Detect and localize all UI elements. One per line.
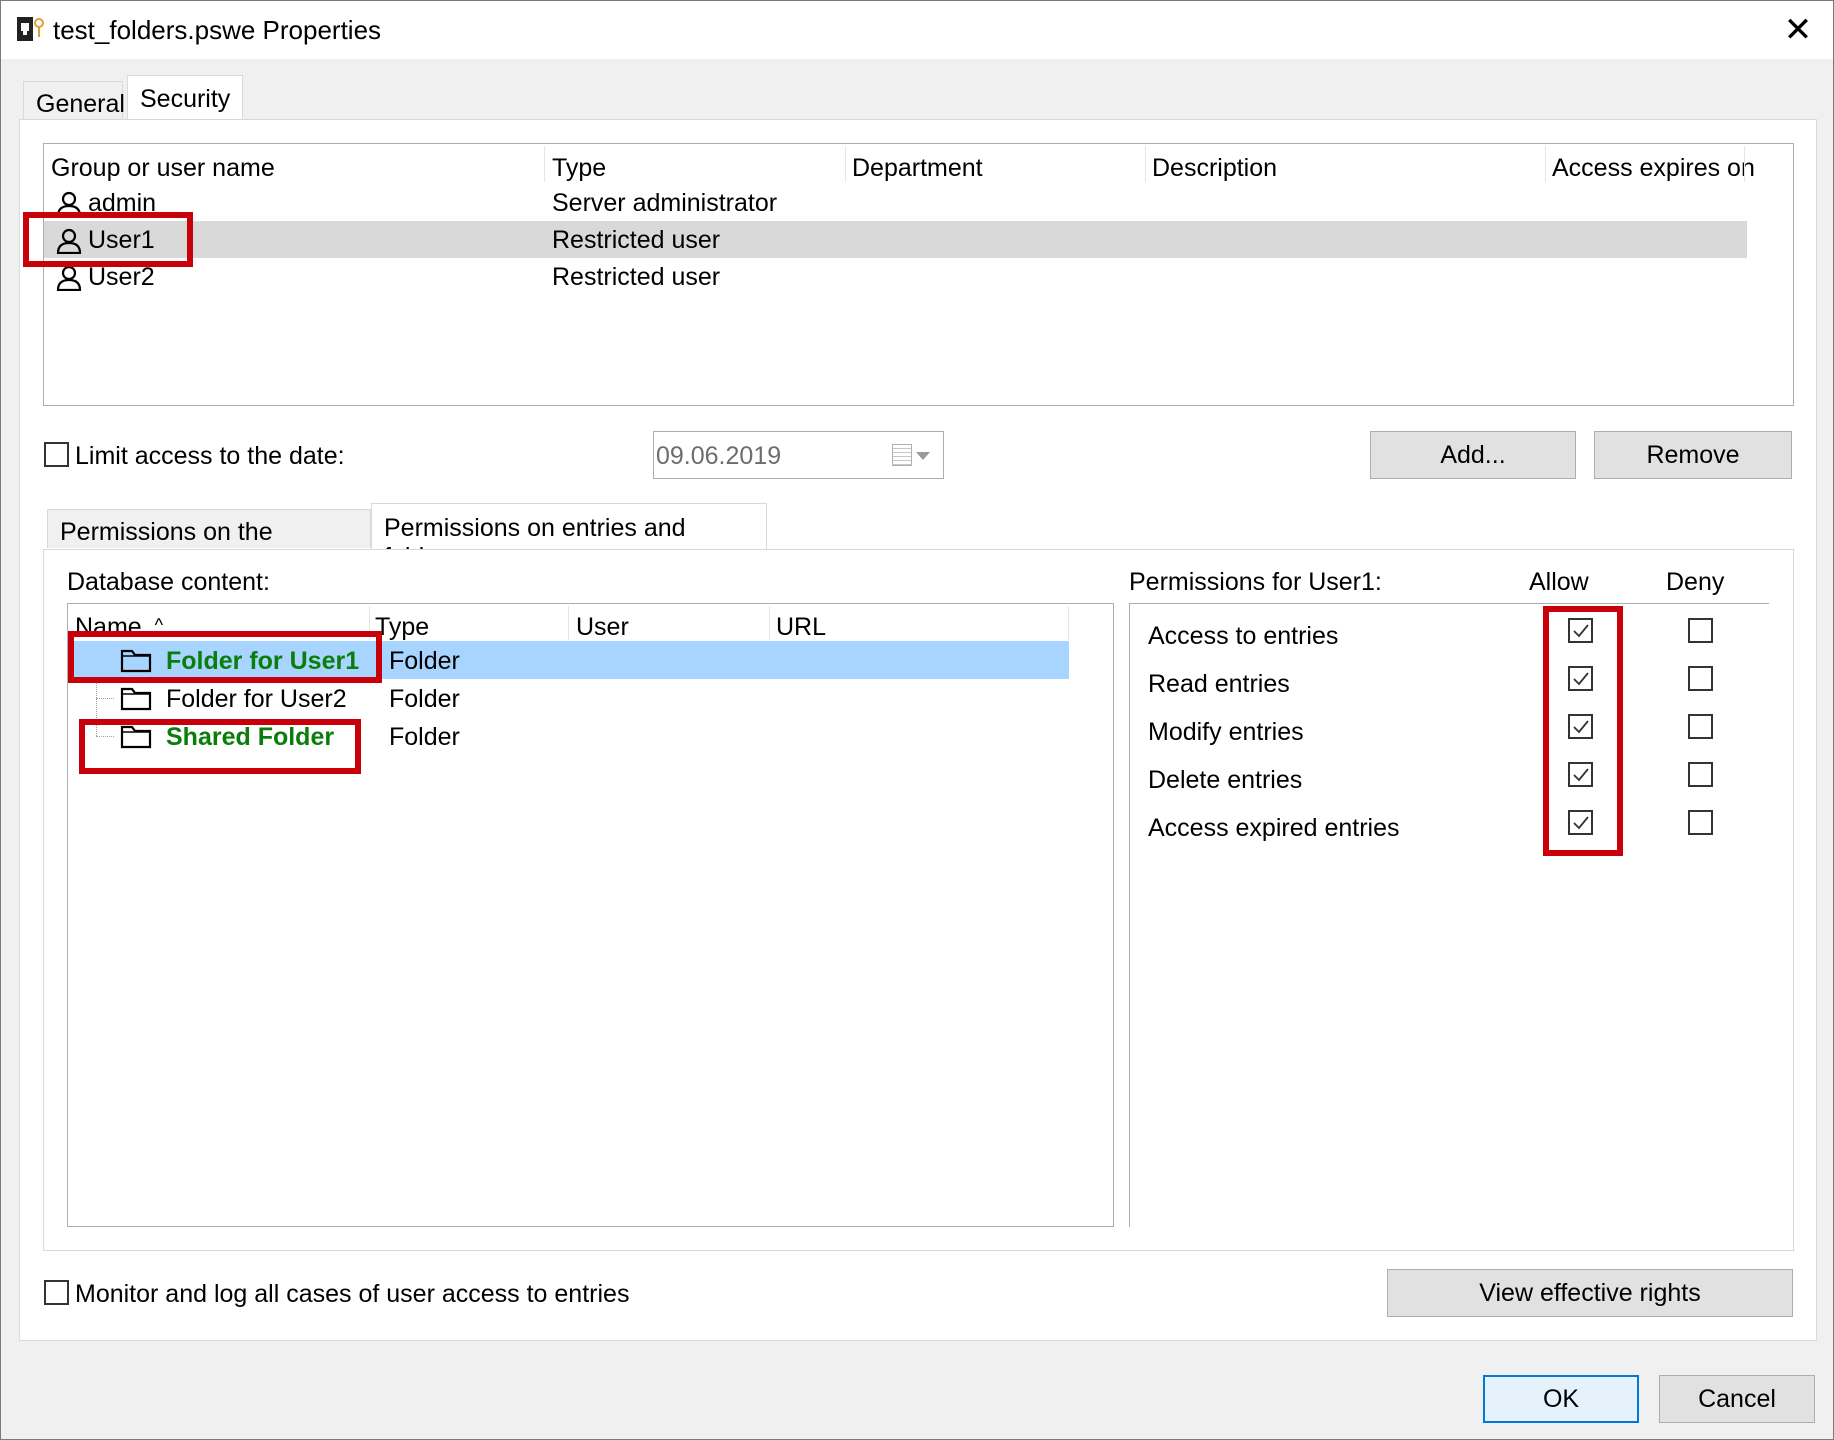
permission-row: Read entries	[1130, 662, 1769, 710]
column-header-type[interactable]: Type	[375, 613, 429, 642]
deny-read-entries-checkbox[interactable]	[1688, 666, 1713, 691]
permission-label: Delete entries	[1148, 766, 1303, 794]
user-type: Restricted user	[552, 263, 721, 291]
tab-permissions-database[interactable]: Permissions on the database	[47, 509, 371, 575]
remove-button[interactable]: Remove	[1594, 431, 1792, 479]
tree-row-type: Folder	[389, 685, 460, 713]
permission-row: Delete entries	[1130, 758, 1769, 806]
title-bar: test_folders.pswe Properties ✕	[1, 1, 1833, 59]
tree-header: Name ^ Type User URL	[68, 604, 1113, 642]
permission-label: Modify entries	[1148, 718, 1304, 746]
remove-button-label: Remove	[1646, 440, 1740, 469]
allow-access-expired-checkbox[interactable]	[1568, 810, 1593, 835]
lock-key-icon	[17, 17, 44, 41]
permission-label: Access to entries	[1148, 622, 1339, 650]
calendar-icon	[892, 444, 912, 466]
checkmark-icon	[1573, 768, 1589, 782]
database-content-label: Database content:	[67, 568, 270, 596]
view-effective-rights-label: View effective rights	[1479, 1278, 1701, 1307]
add-button[interactable]: Add...	[1370, 431, 1576, 479]
allow-delete-entries-checkbox[interactable]	[1568, 762, 1593, 787]
permission-row: Access expired entries	[1130, 806, 1769, 854]
cancel-button[interactable]: Cancel	[1659, 1375, 1815, 1423]
checkmark-icon	[1573, 672, 1589, 686]
deny-access-expired-checkbox[interactable]	[1688, 810, 1713, 835]
tree-row-name: Folder for User2	[166, 685, 347, 713]
tree-row-name: Folder for User1	[166, 647, 360, 675]
tab-security[interactable]: Security	[127, 75, 243, 123]
deny-delete-entries-checkbox[interactable]	[1688, 762, 1713, 787]
properties-dialog: test_folders.pswe Properties ✕ General S…	[0, 0, 1834, 1440]
permission-label: Read entries	[1148, 670, 1290, 698]
user-type: Restricted user	[552, 226, 721, 254]
tab-general-label: General	[36, 90, 125, 118]
folder-icon	[120, 649, 152, 673]
tree-row-folder-user2[interactable]: Folder for User2 Folder	[68, 679, 1069, 717]
ok-button[interactable]: OK	[1483, 1375, 1639, 1423]
view-effective-rights-button[interactable]: View effective rights	[1387, 1269, 1793, 1317]
deny-column-label: Deny	[1666, 568, 1725, 596]
tab-permissions-entries[interactable]: Permissions on entries and folders	[371, 503, 767, 571]
monitor-label: Monitor and log all cases of user access…	[75, 1280, 630, 1308]
allow-access-entries-checkbox[interactable]	[1568, 618, 1593, 643]
users-list[interactable]: Group or user name Type Department Descr…	[43, 143, 1794, 406]
limit-access-label: Limit access to the date:	[75, 442, 345, 470]
sort-ascending-icon: ^	[154, 615, 164, 635]
deny-modify-entries-checkbox[interactable]	[1688, 714, 1713, 739]
user-icon	[56, 265, 82, 291]
user-icon	[56, 228, 82, 254]
permission-row: Modify entries	[1130, 710, 1769, 758]
allow-column-label: Allow	[1529, 568, 1589, 596]
ok-button-label: OK	[1542, 1384, 1580, 1413]
database-content-tree[interactable]: Name ^ Type User URL Folder for User1 Fo…	[67, 603, 1114, 1227]
checkmark-icon	[1573, 816, 1589, 830]
date-value: 09.06.2019	[656, 442, 782, 470]
user-row-admin[interactable]: admin Server administrator	[44, 184, 1747, 221]
user-name: User2	[88, 263, 155, 291]
tree-row-folder-user1[interactable]: Folder for User1 Folder	[68, 641, 1069, 679]
user-icon	[56, 191, 82, 217]
permission-label: Access expired entries	[1148, 814, 1400, 842]
checkmark-icon	[1573, 720, 1589, 734]
permissions-list: Access to entries Read entries Modify en…	[1129, 603, 1769, 1227]
column-header-description[interactable]: Description	[1152, 154, 1277, 183]
date-picker[interactable]: 09.06.2019	[653, 431, 944, 479]
checkmark-icon	[1573, 624, 1589, 638]
tab-security-label: Security	[140, 85, 231, 113]
user-row-user2[interactable]: User2 Restricted user	[44, 258, 1747, 295]
user-name: admin	[88, 189, 157, 217]
tree-row-shared-folder[interactable]: Shared Folder Folder	[68, 717, 1069, 755]
column-header-name[interactable]: Name ^	[75, 613, 163, 642]
tree-row-type: Folder	[389, 723, 460, 751]
close-button[interactable]: ✕	[1763, 1, 1833, 59]
column-header-access-expires[interactable]: Access expires on	[1552, 154, 1755, 183]
add-button-label: Add...	[1440, 440, 1506, 469]
column-header-url[interactable]: URL	[776, 613, 826, 642]
user-type: Server administrator	[552, 189, 778, 217]
folder-icon	[120, 725, 152, 749]
tree-row-name: Shared Folder	[166, 723, 335, 751]
permission-row: Access to entries	[1130, 614, 1769, 662]
deny-access-entries-checkbox[interactable]	[1688, 618, 1713, 643]
limit-access-checkbox[interactable]	[44, 442, 69, 467]
column-header-name[interactable]: Group or user name	[51, 154, 275, 183]
allow-read-entries-checkbox[interactable]	[1568, 666, 1593, 691]
column-header-user[interactable]: User	[576, 613, 629, 642]
column-header-type[interactable]: Type	[552, 154, 606, 183]
users-list-header: Group or user name Type Department Descr…	[44, 144, 1793, 184]
monitor-checkbox[interactable]	[44, 1280, 69, 1305]
close-icon: ✕	[1783, 11, 1813, 49]
folder-icon	[120, 687, 152, 711]
allow-modify-entries-checkbox[interactable]	[1568, 714, 1593, 739]
permissions-for-label: Permissions for User1:	[1129, 568, 1382, 596]
column-header-department[interactable]: Department	[852, 154, 983, 183]
cancel-button-label: Cancel	[1698, 1384, 1776, 1413]
user-row-user1[interactable]: User1 Restricted user	[44, 221, 1747, 258]
tree-row-type: Folder	[389, 647, 460, 675]
tab-general[interactable]: General	[23, 81, 125, 120]
chevron-down-icon	[916, 452, 930, 460]
user-name: User1	[88, 226, 155, 254]
window-title: test_folders.pswe Properties	[53, 15, 382, 45]
